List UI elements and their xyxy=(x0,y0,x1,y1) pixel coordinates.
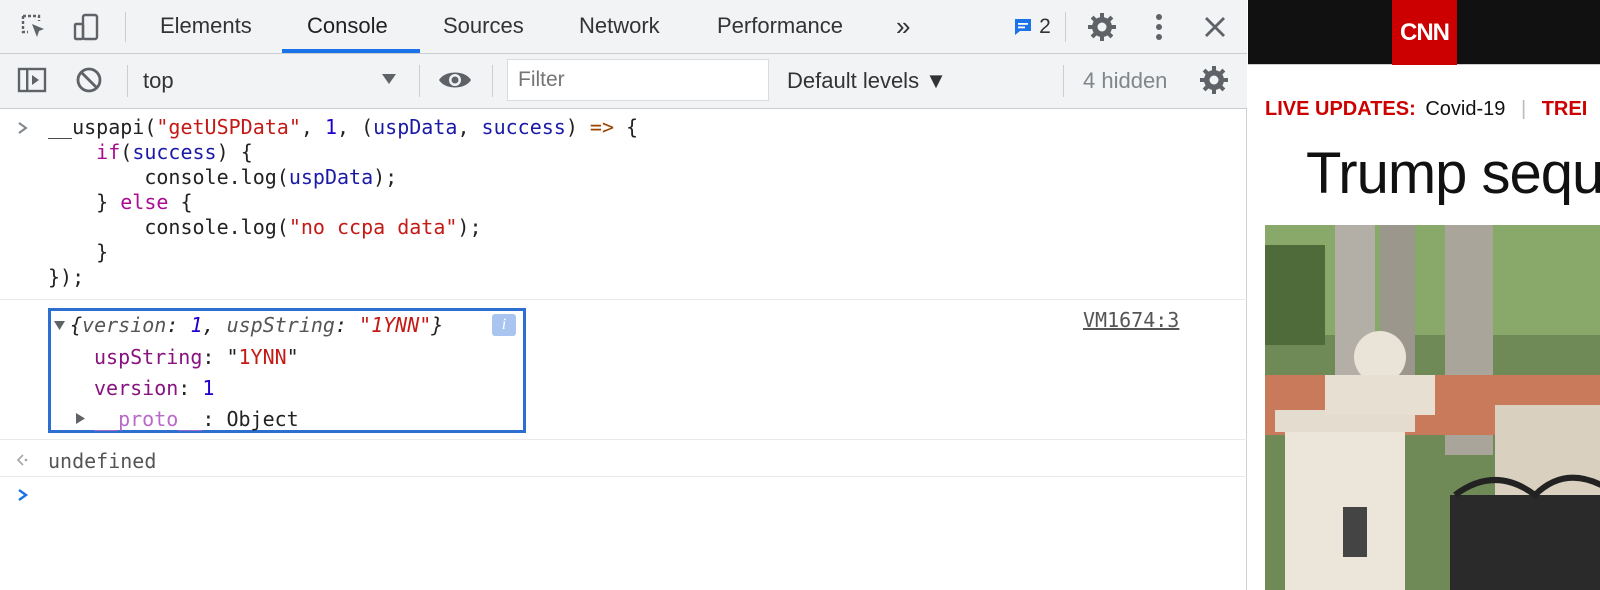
return-value: undefined xyxy=(48,449,157,473)
live-updates-bar[interactable]: LIVE UPDATES: Covid-19 | TREI xyxy=(1265,98,1587,121)
code-line: console.log(uspData); xyxy=(48,165,398,189)
collapse-triangle-icon[interactable] xyxy=(75,412,86,425)
active-tab-indicator xyxy=(282,49,420,53)
tab-network[interactable]: Network xyxy=(579,0,660,54)
devtools-tabbar: Elements Console Sources Network Perform… xyxy=(0,0,1247,54)
tab-elements[interactable]: Elements xyxy=(160,0,252,54)
issues-count: 2 xyxy=(1039,15,1051,38)
more-tabs-button[interactable]: » xyxy=(896,0,910,54)
sidebar-toggle-icon[interactable] xyxy=(15,63,49,97)
live-updates-label: LIVE UPDATES: xyxy=(1265,98,1416,120)
console-prompt-input[interactable] xyxy=(48,481,1228,511)
log-levels-dropdown[interactable]: Default levels ▼ xyxy=(787,68,947,94)
divider xyxy=(0,476,1247,477)
live-topic-link[interactable]: Covid-19 xyxy=(1425,98,1505,120)
web-page-viewport[interactable]: CNN LIVE UPDATES: Covid-19 | TREI Trump … xyxy=(1248,0,1600,590)
tab-sources[interactable]: Sources xyxy=(443,0,524,54)
message-icon xyxy=(1015,19,1032,35)
code-line: if(success) { xyxy=(96,140,253,164)
filter-input[interactable] xyxy=(507,59,769,101)
hidden-messages-count: 4 hidden xyxy=(1083,68,1168,93)
divider xyxy=(419,65,420,97)
chevron-down-icon xyxy=(382,74,396,84)
context-selector[interactable]: top xyxy=(143,54,403,108)
divider xyxy=(0,299,1247,300)
object-property: uspString: "1YNN" xyxy=(94,345,299,369)
console-toolbar: top Default levels ▼ 4 hidden xyxy=(0,54,1247,109)
return-arrow-icon xyxy=(16,454,28,466)
divider xyxy=(1065,12,1066,42)
tab-performance[interactable]: Performance xyxy=(717,0,843,54)
divider xyxy=(1063,65,1064,97)
device-toolbar-icon[interactable] xyxy=(69,10,103,44)
code-line: } else { xyxy=(48,190,193,214)
clear-console-icon[interactable] xyxy=(72,63,106,97)
settings-gear-icon[interactable] xyxy=(1085,10,1119,44)
inspect-element-icon[interactable] xyxy=(17,10,51,44)
code-line: console.log("no ccpa data"); xyxy=(48,215,482,239)
issues-button[interactable]: 2 xyxy=(1005,10,1059,44)
prompt-chevron-icon xyxy=(18,489,29,501)
divider xyxy=(127,65,128,97)
object-property[interactable]: __proto__: Object xyxy=(94,407,299,431)
kebab-menu-icon[interactable] xyxy=(1142,10,1176,44)
object-property: version: 1 xyxy=(94,376,215,400)
live-expression-eye-icon[interactable] xyxy=(438,63,472,97)
divider: | xyxy=(1520,98,1527,120)
info-badge-icon[interactable]: i xyxy=(492,314,516,336)
devtools-panel: Elements Console Sources Network Perform… xyxy=(0,0,1247,590)
article-photo[interactable] xyxy=(1265,225,1600,590)
site-header: CNN xyxy=(1248,0,1600,65)
expand-triangle-icon[interactable] xyxy=(53,320,66,331)
input-chevron-icon xyxy=(18,122,28,134)
console-settings-gear-icon[interactable] xyxy=(1197,63,1231,97)
cnn-logo[interactable]: CNN xyxy=(1392,0,1457,65)
code-line: } xyxy=(48,240,109,264)
code-line: }); xyxy=(48,265,85,289)
context-label: top xyxy=(143,68,174,93)
divider xyxy=(492,65,493,97)
close-icon[interactable] xyxy=(1198,10,1232,44)
console-output[interactable]: __uspapi("getUSPData", 1, (uspData, succ… xyxy=(0,109,1247,590)
divider xyxy=(125,12,126,42)
headline[interactable]: Trump sequ xyxy=(1306,140,1600,207)
source-link[interactable]: VM1674:3 xyxy=(1083,308,1179,332)
object-summary[interactable]: {version: 1, uspString: "1YNN"} xyxy=(70,313,443,337)
code-line: __uspapi("getUSPData", 1, (uspData, succ… xyxy=(48,115,639,139)
trending-label: TREI xyxy=(1541,98,1588,120)
tab-console[interactable]: Console xyxy=(307,0,388,54)
divider xyxy=(0,439,1247,440)
